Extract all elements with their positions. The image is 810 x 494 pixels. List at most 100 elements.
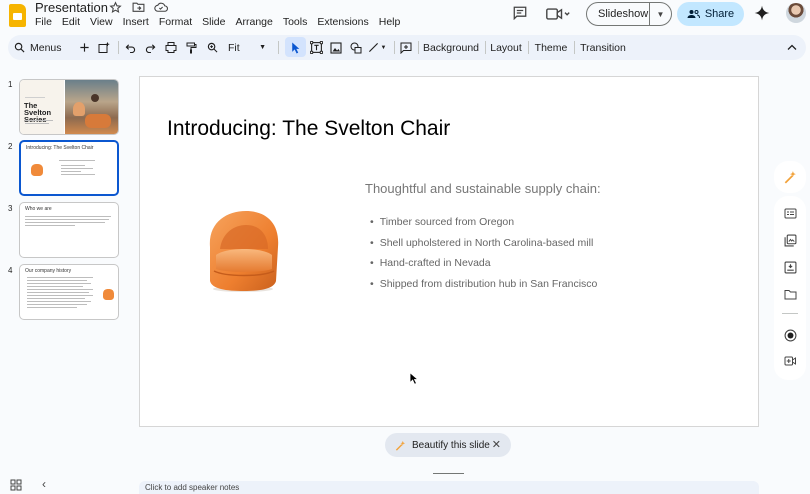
gemini-sparkle-icon[interactable] <box>754 5 770 21</box>
notes-drag-handle[interactable] <box>433 473 464 474</box>
chair-image[interactable] <box>200 209 286 293</box>
thumb-chair <box>31 164 43 176</box>
slide-number: 2 <box>8 142 13 151</box>
toolbar-divider <box>418 41 419 54</box>
comments-icon[interactable] <box>512 6 528 21</box>
menu-tools[interactable]: Tools <box>283 16 313 28</box>
menu-insert[interactable]: Insert <box>123 16 154 28</box>
zoom-value: Fit <box>228 41 240 54</box>
document-title[interactable]: Presentation <box>35 0 108 15</box>
thumb-line <box>61 174 95 175</box>
keep-notes-icon[interactable] <box>782 259 798 275</box>
thumb-line <box>59 160 95 161</box>
background-button[interactable]: Background <box>422 35 480 60</box>
slide-number: 4 <box>8 266 13 275</box>
thumb-line <box>25 222 105 223</box>
print-icon[interactable] <box>163 35 179 60</box>
paint-format-icon[interactable] <box>183 35 199 60</box>
menu-edit[interactable]: Edit <box>62 16 85 28</box>
share-button[interactable]: Share <box>677 2 744 26</box>
menu-view[interactable]: View <box>90 16 118 28</box>
slide-thumbnail-4[interactable]: Our company history <box>19 264 119 320</box>
beautify-sparkle-icon <box>395 440 406 451</box>
thumb-line <box>25 97 45 98</box>
thumb-chair <box>103 289 114 300</box>
thumb-line <box>25 225 75 226</box>
thumb-line <box>27 304 87 305</box>
add-video-icon[interactable] <box>782 353 798 369</box>
grid-view-icon[interactable] <box>10 478 22 491</box>
new-slide-icon[interactable] <box>76 35 92 60</box>
toolbar-divider <box>574 41 575 54</box>
menu-file[interactable]: File <box>35 16 57 28</box>
transition-button[interactable]: Transition <box>578 35 628 60</box>
slideshow-label: Slideshow <box>598 8 649 20</box>
bullet-list[interactable]: • Timber sourced from Oregon • Shell uphol… <box>370 216 597 298</box>
thumb-title: Introducing: The Svelton Chair <box>26 145 94 151</box>
side-panel <box>774 196 806 380</box>
slide-number: 1 <box>8 80 13 89</box>
layout-button[interactable]: Layout <box>489 35 523 60</box>
speaker-notes[interactable]: Click to add speaker notes <box>139 481 759 494</box>
collapse-filmstrip-icon[interactable]: ‹ <box>42 478 46 490</box>
thumb-line <box>61 165 85 166</box>
thumb-line <box>61 171 81 172</box>
slideshow-button[interactable]: Slideshow ▼ <box>586 2 672 26</box>
line-icon <box>368 42 378 53</box>
record-icon[interactable] <box>782 327 798 343</box>
thumb-line <box>27 289 93 290</box>
thumb-line <box>27 301 91 302</box>
menus-label: Menus <box>30 41 62 54</box>
slide-title[interactable]: Introducing: The Svelton Chair <box>167 117 450 141</box>
slide-subtitle[interactable]: Thoughtful and sustainable supply chain: <box>365 181 601 196</box>
star-icon[interactable] <box>108 0 122 14</box>
toolbar-divider <box>118 41 119 54</box>
menu-arrange[interactable]: Arrange <box>235 16 277 28</box>
speaker-notes-icon[interactable] <box>782 205 798 221</box>
move-folder-icon[interactable] <box>131 0 145 14</box>
menu-format[interactable]: Format <box>159 16 197 28</box>
thumb-line <box>61 168 93 169</box>
slide-thumbnail-1[interactable]: The Svelton Series <box>19 79 119 135</box>
undo-icon[interactable] <box>122 35 138 60</box>
theme-button[interactable]: Theme <box>532 35 570 60</box>
zoom-select[interactable]: Fit ▼ <box>226 35 268 60</box>
people-icon <box>687 10 700 19</box>
shape-icon[interactable] <box>348 35 364 60</box>
slide-thumbnail-2[interactable]: Introducing: The Svelton Chair <box>19 140 119 196</box>
toolbar: Menus Fit ▼ ▼ Background Layout Theme Tr… <box>8 35 806 60</box>
thumb-line <box>27 286 83 287</box>
slideshow-dropdown-icon[interactable]: ▼ <box>650 10 671 19</box>
line-tool[interactable]: ▼ <box>366 35 388 60</box>
close-icon[interactable]: ✕ <box>492 438 501 451</box>
add-comment-icon[interactable] <box>398 35 414 60</box>
menu-help[interactable]: Help <box>379 16 406 28</box>
thumb-line <box>27 277 93 278</box>
redo-icon[interactable] <box>142 35 158 60</box>
app-header: Presentation File Edit View Insert Forma… <box>0 0 810 32</box>
thumb-line <box>25 216 111 217</box>
chevron-down-icon: ▼ <box>380 44 387 51</box>
collapse-toolbar-icon[interactable] <box>784 35 800 60</box>
new-slide-layout-icon[interactable] <box>96 35 112 60</box>
menu-extensions[interactable]: Extensions <box>317 16 373 28</box>
slide-canvas[interactable]: Introducing: The Svelton Chair Thoughtfu… <box>139 76 759 427</box>
text-box-icon[interactable] <box>308 35 324 60</box>
folder-icon[interactable] <box>782 286 798 302</box>
select-cursor-icon[interactable] <box>287 35 304 60</box>
meet-video-icon[interactable] <box>546 7 570 21</box>
slides-library-icon[interactable] <box>782 232 798 248</box>
zoom-icon[interactable] <box>204 35 220 60</box>
slides-logo-icon[interactable] <box>9 4 26 27</box>
gemini-side-panel-button[interactable] <box>774 161 806 193</box>
user-avatar[interactable] <box>786 3 806 23</box>
menus-search[interactable]: Menus <box>14 35 70 60</box>
bullet-item: • Hand-crafted in Nevada <box>370 257 491 269</box>
slide-thumbnail-3[interactable]: Who we are <box>19 202 119 258</box>
title-actions <box>108 0 168 14</box>
beautify-slide-chip[interactable]: Beautify this slide ✕ <box>385 433 511 457</box>
slide-number: 3 <box>8 204 13 213</box>
menu-slide[interactable]: Slide <box>202 16 230 28</box>
insert-image-icon[interactable] <box>328 35 344 60</box>
cloud-saved-icon[interactable] <box>154 0 168 14</box>
